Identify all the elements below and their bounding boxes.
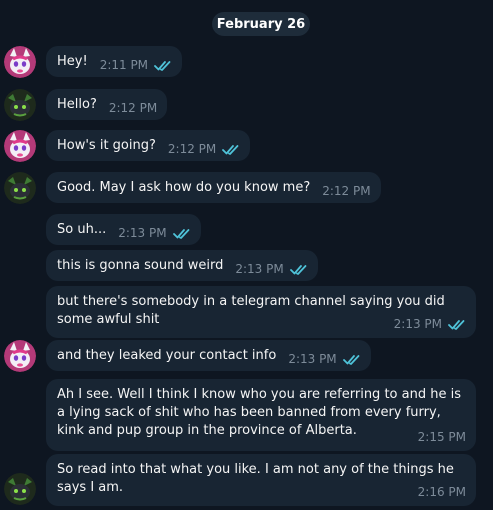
message-text: Hey! bbox=[57, 54, 88, 69]
double-check-icon bbox=[222, 144, 239, 155]
message-bubble[interactable]: but there's somebody in a telegram chann… bbox=[46, 286, 476, 338]
pink-avatar[interactable] bbox=[4, 46, 36, 78]
double-check-icon bbox=[289, 264, 307, 275]
message-bubble[interactable]: Good. May I ask how do you know me? 2:12… bbox=[46, 172, 381, 203]
date-separator: February 26 bbox=[212, 12, 310, 36]
message-time: 2:11 PM bbox=[99, 58, 149, 72]
double-check-icon bbox=[342, 354, 360, 365]
message-time: 2:12 PM bbox=[322, 184, 371, 198]
message-bubble[interactable]: Hello? 2:12 PM bbox=[46, 89, 168, 120]
dark-dragon-icon bbox=[4, 473, 36, 505]
message-bubble[interactable]: So uh... 2:13 PM bbox=[46, 214, 201, 245]
message-bubble[interactable]: How's it going? 2:12 PM bbox=[46, 130, 251, 161]
dark-dragon-icon bbox=[4, 172, 36, 204]
message-text: this is gonna sound weird bbox=[57, 258, 224, 273]
pink-furry-icon bbox=[4, 46, 36, 78]
message-time: 2:13 PM bbox=[118, 226, 167, 240]
pink-furry-icon bbox=[4, 130, 36, 162]
message-time: 2:16 PM bbox=[417, 485, 466, 499]
pink-avatar[interactable] bbox=[4, 340, 36, 372]
message-time: 2:12 PM bbox=[167, 142, 217, 156]
message-text: and they leaked your contact info bbox=[57, 348, 277, 363]
message-text: Hello? bbox=[57, 97, 97, 112]
message-text: So uh... bbox=[57, 222, 107, 237]
dark-dragon-icon bbox=[4, 89, 36, 121]
message-text: So read into that what you like. I am no… bbox=[57, 462, 454, 495]
message-text: Ah I see. Well I think I know who you ar… bbox=[57, 387, 461, 438]
pink-furry-icon bbox=[4, 340, 36, 372]
message-text: Good. May I ask how do you know me? bbox=[57, 180, 311, 195]
double-check-icon bbox=[172, 228, 189, 239]
double-check-icon bbox=[154, 60, 171, 71]
pink-avatar[interactable] bbox=[4, 130, 36, 162]
message-time: 2:13 PM bbox=[393, 317, 442, 331]
message-bubble[interactable]: So read into that what you like. I am no… bbox=[46, 454, 476, 506]
message-bubble[interactable]: Hey! 2:11 PM bbox=[46, 46, 183, 77]
double-check-icon bbox=[448, 319, 465, 330]
message-bubble[interactable]: and they leaked your contact info 2:13 P… bbox=[46, 340, 371, 371]
dark-avatar[interactable] bbox=[4, 473, 36, 505]
message-time: 2:13 PM bbox=[235, 262, 284, 276]
message-bubble[interactable]: Ah I see. Well I think I know who you ar… bbox=[46, 379, 476, 451]
message-time: 2:12 PM bbox=[108, 101, 158, 115]
message-bubble[interactable]: this is gonna sound weird 2:13 PM bbox=[46, 250, 318, 281]
message-time: 2:15 PM bbox=[417, 430, 466, 444]
message-text: How's it going? bbox=[57, 138, 156, 153]
dark-avatar[interactable] bbox=[4, 89, 36, 121]
message-time: 2:13 PM bbox=[288, 352, 337, 366]
dark-avatar[interactable] bbox=[4, 172, 36, 204]
